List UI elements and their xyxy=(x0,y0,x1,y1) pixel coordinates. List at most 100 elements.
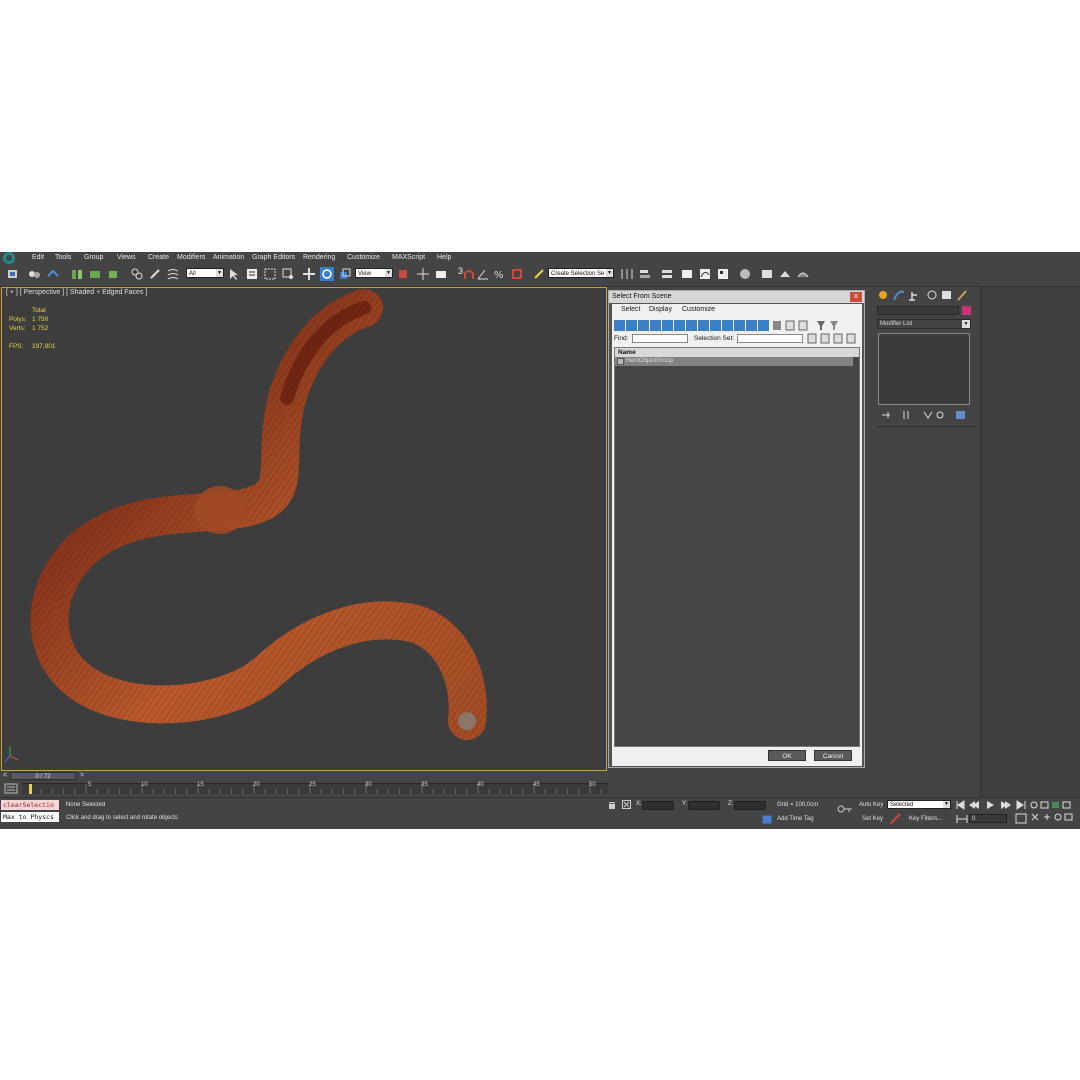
chain-icon[interactable] xyxy=(148,267,162,281)
menu-rendering[interactable]: Rendering xyxy=(303,254,335,261)
angle-snap-icon[interactable] xyxy=(476,267,490,281)
display-frozen-icon[interactable] xyxy=(734,320,745,331)
motion-tab-icon[interactable] xyxy=(927,290,937,300)
remove-modifier-icon[interactable] xyxy=(936,411,944,419)
filter-options-icon[interactable] xyxy=(830,321,838,330)
menu-tools[interactable]: Tools xyxy=(55,254,71,261)
display-tab-icon[interactable] xyxy=(942,291,951,299)
dialog-menu-customize[interactable]: Customize xyxy=(682,306,715,313)
window-crossing-icon[interactable] xyxy=(281,267,295,281)
edit-named-selection-icon[interactable] xyxy=(532,267,546,281)
display-shapes-icon[interactable] xyxy=(626,320,637,331)
earthworm-model[interactable] xyxy=(2,288,607,771)
link-icon[interactable] xyxy=(130,267,144,281)
go-to-start-icon[interactable] xyxy=(956,800,965,810)
select-link-icon[interactable] xyxy=(46,267,60,281)
key-mode-toggle-icon[interactable] xyxy=(956,814,968,824)
current-frame-marker[interactable] xyxy=(29,784,32,794)
z-coordinate-field[interactable] xyxy=(734,801,766,810)
menu-animation[interactable]: Animation xyxy=(213,254,244,261)
configure-modifier-sets-icon[interactable] xyxy=(956,411,965,419)
sync-selection-icon[interactable] xyxy=(807,333,817,344)
menu-group[interactable]: Group xyxy=(84,254,103,261)
make-unique-icon[interactable] xyxy=(923,411,933,419)
go-to-end-icon[interactable] xyxy=(1016,800,1026,810)
menu-help[interactable]: Help xyxy=(437,254,451,261)
sort-icon[interactable] xyxy=(820,333,830,344)
menu-edit[interactable]: Edit xyxy=(32,254,44,261)
material-editor-icon[interactable] xyxy=(738,267,752,281)
select-manipulate-icon[interactable] xyxy=(416,267,430,281)
set-key-filter-icon[interactable] xyxy=(889,813,901,825)
menu-customize[interactable]: Customize xyxy=(347,254,380,261)
orbit-icon[interactable] xyxy=(1054,813,1062,821)
schematic-view-icon[interactable] xyxy=(716,267,730,281)
select-object-icon[interactable] xyxy=(227,267,241,281)
rendered-frame-icon[interactable] xyxy=(778,267,792,281)
move-icon[interactable] xyxy=(302,267,316,281)
y-coordinate-field[interactable] xyxy=(688,801,720,810)
key-filters-button[interactable]: Key Filters... xyxy=(909,816,942,822)
display-hidden-icon[interactable] xyxy=(746,320,757,331)
display-geometry-icon[interactable] xyxy=(614,320,625,331)
zoom-icon[interactable] xyxy=(1030,801,1038,809)
hierarchy-tab-icon[interactable] xyxy=(909,292,917,301)
menu-maxscript[interactable]: MAXScript xyxy=(392,254,425,261)
x-coordinate-field[interactable] xyxy=(642,801,674,810)
list-item[interactable]: HeroObjectGroup xyxy=(615,357,853,366)
display-spacewarps-icon[interactable] xyxy=(674,320,685,331)
time-configuration-icon[interactable] xyxy=(1015,813,1027,824)
absolute-mode-icon[interactable] xyxy=(622,800,631,809)
display-cameras-icon[interactable] xyxy=(650,320,661,331)
maxscript-listener-top[interactable]: clearSelectio xyxy=(1,800,59,810)
hierarchy-view-icon[interactable] xyxy=(833,333,843,344)
align-icon[interactable] xyxy=(638,267,652,281)
selection-filter-dropdown[interactable]: All ▼ xyxy=(186,268,224,278)
menu-graph-editors[interactable]: Graph Editors xyxy=(252,254,295,261)
keyboard-shortcut-icon[interactable] xyxy=(434,267,448,281)
spinner-snap-icon[interactable] xyxy=(510,267,524,281)
select-invert-icon[interactable] xyxy=(798,320,808,331)
maximize-viewport-icon[interactable] xyxy=(1064,813,1073,821)
zoom-all-icon[interactable] xyxy=(1040,801,1049,809)
select-all-icon[interactable] xyxy=(773,321,781,330)
bind-spacewarp-icon[interactable] xyxy=(70,267,84,281)
menu-modifiers[interactable]: Modifiers xyxy=(177,254,205,261)
app-logo-icon[interactable] xyxy=(0,252,20,264)
select-by-name-icon[interactable] xyxy=(245,267,259,281)
display-xrefs-icon[interactable] xyxy=(698,320,709,331)
object-color-swatch[interactable] xyxy=(962,306,971,315)
zoom-extents-icon[interactable] xyxy=(1052,802,1059,808)
close-icon[interactable]: x xyxy=(850,292,862,302)
selection-set-dropdown[interactable] xyxy=(737,334,803,343)
snap-toggle-icon[interactable] xyxy=(462,267,476,281)
dialog-menu-select[interactable]: Select xyxy=(621,306,640,313)
rotate-icon[interactable] xyxy=(320,267,334,281)
find-case-icon[interactable] xyxy=(846,333,856,344)
percent-snap-icon[interactable]: % xyxy=(492,267,506,281)
modifier-stack-list[interactable] xyxy=(878,333,970,405)
display-all-icon[interactable] xyxy=(758,320,769,331)
time-slider[interactable]: 0 / 72 xyxy=(10,772,76,780)
current-frame-field[interactable]: 0 xyxy=(969,814,1007,823)
next-frame-icon[interactable] xyxy=(1001,801,1011,809)
lock-selection-icon[interactable] xyxy=(608,801,616,809)
show-end-result-icon[interactable] xyxy=(903,411,909,419)
ok-button[interactable]: OK xyxy=(768,750,806,761)
display-groups-icon[interactable] xyxy=(686,320,697,331)
display-bones-icon[interactable] xyxy=(710,320,721,331)
hierarchy-icon[interactable] xyxy=(106,267,120,281)
named-selection-set-dropdown[interactable]: Create Selection Se ▼ xyxy=(548,268,614,278)
layer-manager-icon[interactable] xyxy=(660,267,674,281)
scene-object-list[interactable]: Name HeroObjectGroup xyxy=(614,347,860,747)
time-slider-prev-icon[interactable]: < xyxy=(3,772,7,779)
dialog-menu-display[interactable]: Display xyxy=(649,306,672,313)
play-icon[interactable] xyxy=(987,801,994,809)
mirror-icon[interactable] xyxy=(620,267,634,281)
find-input[interactable] xyxy=(632,334,688,343)
modifier-list-dropdown[interactable]: Modifier List ▼ xyxy=(877,319,971,329)
undo-icon[interactable] xyxy=(6,267,20,281)
zoom-extents-all-icon[interactable] xyxy=(1062,801,1071,809)
set-key-button[interactable]: Set Key xyxy=(862,816,883,822)
ribbon-toggle-icon[interactable] xyxy=(680,267,694,281)
